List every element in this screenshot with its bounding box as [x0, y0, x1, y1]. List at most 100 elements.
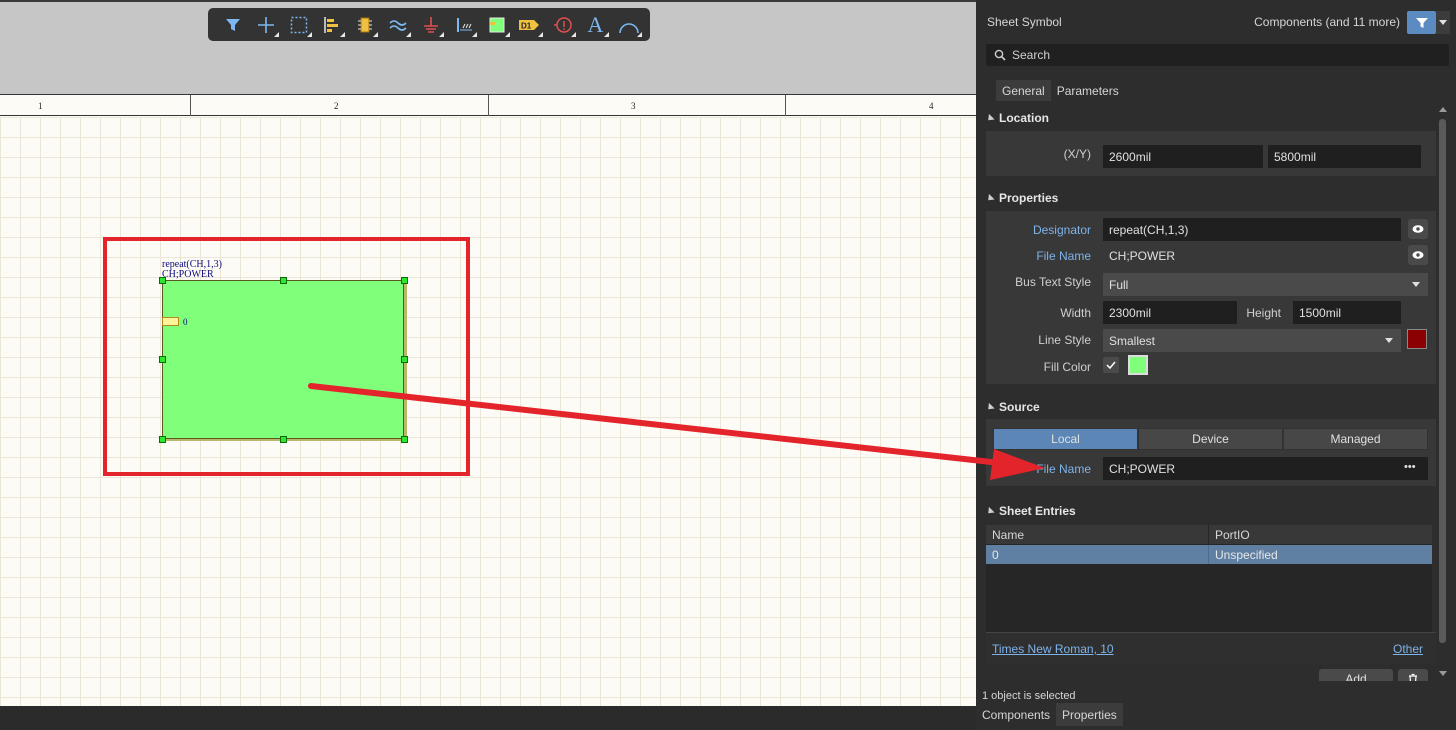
entry-portio-cell: Unspecified: [1215, 548, 1278, 562]
scroll-down-icon[interactable]: [1439, 671, 1447, 676]
panel-scrollbar[interactable]: [1436, 101, 1450, 681]
section-location-header[interactable]: Location: [985, 111, 1049, 125]
fill-color-swatch[interactable]: [1128, 355, 1148, 375]
section-location: (X/Y) 2600mil 5800mil: [986, 131, 1436, 176]
select-rect-icon[interactable]: [282, 11, 315, 39]
ruler-label: 1: [38, 101, 43, 111]
section-title: Source: [999, 400, 1040, 414]
column-header-portio[interactable]: PortIO: [1209, 525, 1432, 544]
ground-icon[interactable]: [414, 11, 447, 39]
width-label: Width: [1060, 306, 1091, 320]
height-field[interactable]: 1500mil: [1293, 301, 1401, 324]
sheet-entries-table: Name PortIO 0 Unspecified: [986, 525, 1432, 632]
browse-more-button[interactable]: •••: [1404, 461, 1416, 473]
text-icon[interactable]: A: [579, 11, 612, 39]
section-title: Properties: [999, 191, 1059, 205]
file-name-visibility-button[interactable]: [1408, 245, 1428, 265]
section-source: Local Device Managed File Name CH;POWER …: [986, 419, 1436, 486]
panel-bottom-tabs: Components Properties: [976, 703, 1123, 726]
section-properties-header[interactable]: Properties: [985, 191, 1059, 205]
filter-icon: [1415, 17, 1428, 28]
delete-entry-button[interactable]: [1398, 669, 1428, 681]
width-field[interactable]: 2300mil: [1103, 301, 1237, 324]
filter-dropdown[interactable]: [1436, 11, 1450, 34]
add-entry-button[interactable]: Add: [1319, 669, 1393, 681]
entry-name-cell: 0: [992, 548, 999, 562]
line-style-value: Smallest: [1109, 333, 1156, 348]
designator-label: Designator: [1032, 223, 1091, 237]
line-style-label: Line Style: [1038, 333, 1091, 347]
component-icon[interactable]: [348, 11, 381, 39]
collapse-icon: [985, 506, 995, 516]
canvas-status-bar: [0, 706, 976, 730]
source-local-button[interactable]: Local: [993, 428, 1138, 450]
bus-icon[interactable]: [381, 11, 414, 39]
designator-field[interactable]: repeat(CH,1,3): [1103, 218, 1401, 241]
properties-panel: Sheet Symbol Components (and 11 more) Se…: [976, 0, 1456, 730]
align-icon[interactable]: [315, 11, 348, 39]
tab-general[interactable]: General: [996, 80, 1051, 101]
bus-text-style-label: Bus Text Style: [1015, 275, 1091, 289]
font-link[interactable]: Times New Roman, 10: [992, 642, 1114, 656]
sheet-symbol-icon[interactable]: [480, 11, 513, 39]
scrollbar-thumb[interactable]: [1439, 119, 1446, 643]
source-managed-button[interactable]: Managed: [1283, 428, 1428, 450]
column-header-name[interactable]: Name: [986, 525, 1208, 544]
schematic-canvas[interactable]: D1 A 1 2 3 4 repeat(CH,1,3) CH;POWER 0: [0, 0, 976, 706]
ruler-tick: [488, 95, 489, 116]
ruler-label: 2: [334, 101, 339, 111]
table-row[interactable]: 0 Unspecified: [986, 545, 1432, 564]
crosshair-icon[interactable]: [249, 11, 282, 39]
source-file-name-field[interactable]: CH;POWER: [1103, 457, 1428, 480]
section-title: Sheet Entries: [999, 504, 1076, 518]
search-input[interactable]: Search: [986, 44, 1449, 66]
chevron-down-icon: [1385, 338, 1393, 343]
line-style-select[interactable]: Smallest: [1103, 329, 1401, 352]
x-location-field[interactable]: 2600mil: [1103, 145, 1263, 168]
section-properties: Designator repeat(CH,1,3) File Name CH;P…: [986, 211, 1436, 384]
eye-icon: [1412, 225, 1424, 233]
tab-components[interactable]: Components: [976, 703, 1057, 726]
ruler-label: 4: [929, 101, 934, 111]
panel-scroll-content: Location (X/Y) 2600mil 5800mil Propertie…: [976, 101, 1436, 681]
search-icon: [994, 49, 1006, 61]
file-name-value: CH;POWER: [1109, 249, 1175, 263]
app-window: D1 A 1 2 3 4 repeat(CH,1,3) CH;POWER 0 S…: [0, 0, 1456, 730]
ruler-tick: [785, 95, 786, 116]
fill-color-checkbox[interactable]: [1103, 357, 1119, 373]
section-source-header[interactable]: Source: [985, 400, 1040, 414]
panel-tabs: General Parameters: [996, 80, 1125, 101]
other-link[interactable]: Other: [1393, 642, 1423, 656]
eye-icon: [1412, 251, 1424, 259]
section-sheet-entries-header[interactable]: Sheet Entries: [985, 504, 1076, 518]
designator-icon[interactable]: D1: [513, 11, 546, 39]
net-label-icon[interactable]: [447, 11, 480, 39]
source-device-button[interactable]: Device: [1138, 428, 1283, 450]
scroll-up-icon[interactable]: [1439, 107, 1447, 112]
y-location-field[interactable]: 5800mil: [1268, 145, 1421, 168]
entries-font-row: Times New Roman, 10 Other: [986, 632, 1436, 664]
arc-icon[interactable]: [612, 11, 645, 39]
collapse-icon: [985, 193, 995, 203]
ruler-label: 3: [631, 101, 636, 111]
annotation-highlight-box: [103, 237, 470, 476]
source-file-name-label: File Name: [1036, 462, 1091, 476]
collapse-icon: [985, 402, 995, 412]
designator-icon-text: D1: [521, 21, 532, 30]
chevron-down-icon: [1412, 282, 1420, 287]
chevron-down-icon: [1439, 19, 1447, 25]
directive-icon[interactable]: [546, 11, 579, 39]
panel-header: Sheet Symbol Components (and 11 more): [976, 0, 1456, 44]
bus-text-style-select[interactable]: Full: [1103, 273, 1428, 296]
filter-button[interactable]: [1407, 11, 1436, 34]
checkmark-icon: [1106, 361, 1116, 369]
filter-icon[interactable]: [216, 11, 249, 39]
tab-properties[interactable]: Properties: [1056, 703, 1123, 726]
collapse-icon: [985, 113, 995, 123]
canvas-top-strip: D1 A: [0, 0, 976, 94]
selection-filter-text[interactable]: Components (and 11 more): [1254, 15, 1400, 29]
sheet-border-ruler: 1 2 3 4: [0, 94, 976, 116]
tab-parameters[interactable]: Parameters: [1050, 80, 1125, 101]
designator-visibility-button[interactable]: [1408, 219, 1428, 239]
line-color-swatch[interactable]: [1407, 329, 1427, 349]
